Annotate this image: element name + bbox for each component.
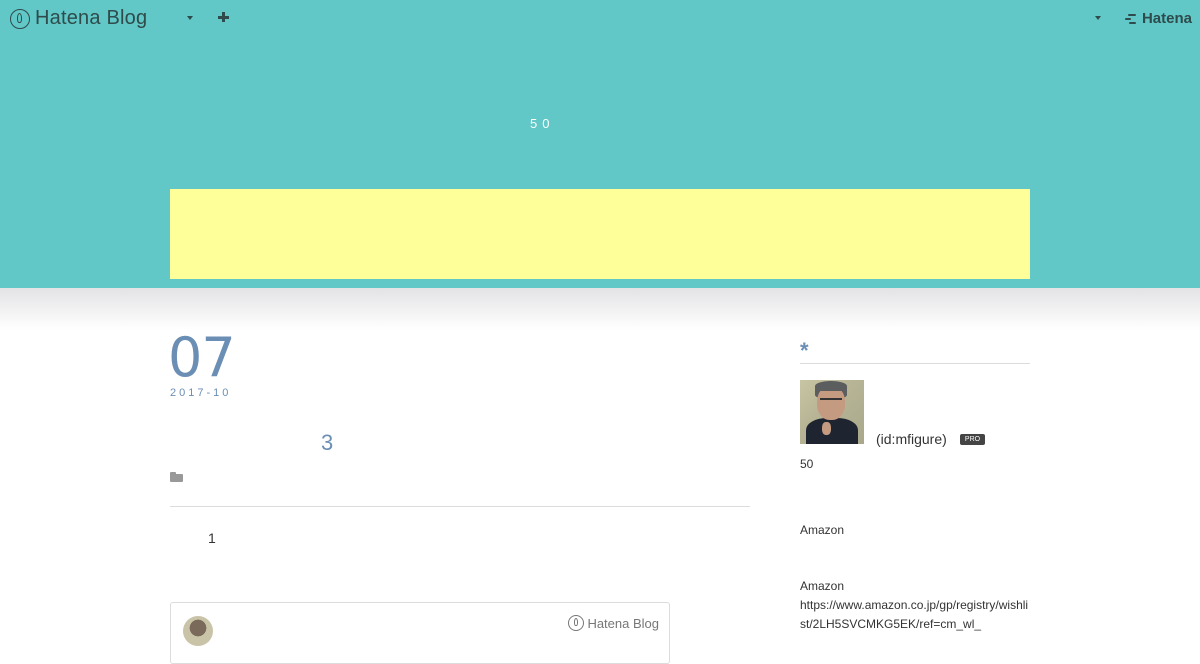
sidebar-section-title: * [800,338,809,363]
blog-header: Hatena Blog Hatena 50 [0,0,1200,288]
profile-id[interactable]: (id:mfigure) [876,431,947,447]
hatena-icon [1124,13,1139,25]
hatena-blog-icon [10,8,30,29]
hatena-logo[interactable]: Hatena [1124,10,1192,27]
entry-body: 1 [208,530,216,546]
hatena-blog-logo[interactable]: Hatena Blog [10,7,147,30]
plus-icon[interactable] [217,10,231,24]
header-banner [170,189,1030,279]
avatar [183,616,213,646]
entry-date-year-month: 2017-10 [170,387,232,399]
blog-description: 50 [530,116,555,131]
amazon-label-2: Amazon [800,579,845,593]
sidebar-divider [800,363,1030,364]
amazon-label: Amazon [800,523,845,537]
profile-age-text: 50 [800,457,814,471]
entry-divider [170,506,750,507]
embed-brand-label: Hatena Blog [587,615,659,631]
folder-icon [170,472,183,482]
profile-avatar[interactable] [800,380,864,444]
hatena-label: Hatena [1141,10,1192,27]
embed-card[interactable]: Hatena Blog [170,602,670,664]
brand-label: Hatena Blog [35,7,148,29]
header-shadow [0,288,1200,330]
hatena-blog-icon [568,615,585,631]
entry-title[interactable]: 3 [321,430,333,456]
amazon-wishlist-link[interactable]: https://www.amazon.co.jp/gp/registry/wis… [800,596,1030,634]
global-topbar: Hatena Blog Hatena [0,0,1200,38]
embed-hatena-blog-logo: Hatena Blog [568,615,659,631]
chevron-down-icon[interactable] [187,16,193,20]
entry-date-day: 07 [168,326,236,389]
pro-badge: PRO [960,434,985,445]
chevron-down-icon[interactable] [1095,16,1101,20]
